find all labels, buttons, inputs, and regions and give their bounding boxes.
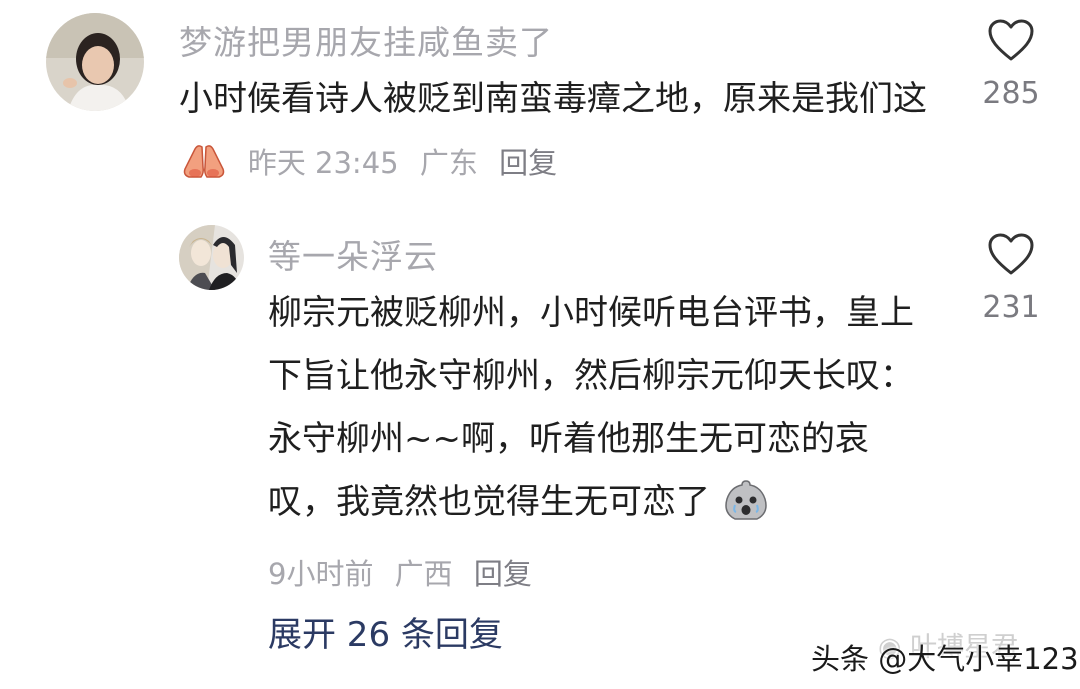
reply-body: 柳宗元被贬柳州，小时候听电台评书，皇上下旨让他永守柳州，然后柳宗元仰天长叹：永守… <box>268 282 928 606</box>
expand-replies-button[interactable]: 展开 26 条回复 <box>268 607 503 656</box>
user-avatar[interactable] <box>179 225 244 290</box>
reply-username[interactable]: 等一朵浮云 <box>268 230 438 278</box>
comment-text: 小时候看诗人被贬到南蛮毒瘴之地，原来是我们这 <box>179 79 927 119</box>
watermark-site: 头条 @大气小幸123 <box>811 642 1079 676</box>
comment-body: 小时候看诗人被贬到南蛮毒瘴之地，原来是我们这 昨天 23:45 广东 回复 <box>179 68 949 202</box>
like-control: 231 <box>971 232 1051 325</box>
user-avatar[interactable] <box>46 13 144 111</box>
reply-button[interactable]: 回复 <box>474 557 532 591</box>
comment-meta: 昨天 23:45 广东 回复 <box>248 146 569 180</box>
crying-face-icon <box>723 479 769 542</box>
comment-location: 广东 <box>419 146 478 180</box>
reply-button[interactable]: 回复 <box>499 146 557 180</box>
comment-time: 9小时前 <box>268 557 374 591</box>
heart-icon[interactable] <box>987 232 1035 276</box>
comment-meta: 9小时前 广西 回复 <box>268 557 544 591</box>
comment-text: 柳宗元被贬柳州，小时候听电台评书，皇上下旨让他永守柳州，然后柳宗元仰天长叹：永守… <box>268 293 914 522</box>
like-control: 285 <box>971 18 1051 111</box>
like-count: 285 <box>982 76 1040 111</box>
comment-time: 昨天 23:45 <box>247 146 399 180</box>
like-count: 231 <box>982 290 1040 325</box>
comment-username[interactable]: 梦游把男朋友挂咸鱼卖了 <box>179 16 553 64</box>
praying-hands-icon <box>181 139 227 202</box>
comment-location: 广西 <box>394 557 453 591</box>
heart-icon[interactable] <box>987 18 1035 62</box>
